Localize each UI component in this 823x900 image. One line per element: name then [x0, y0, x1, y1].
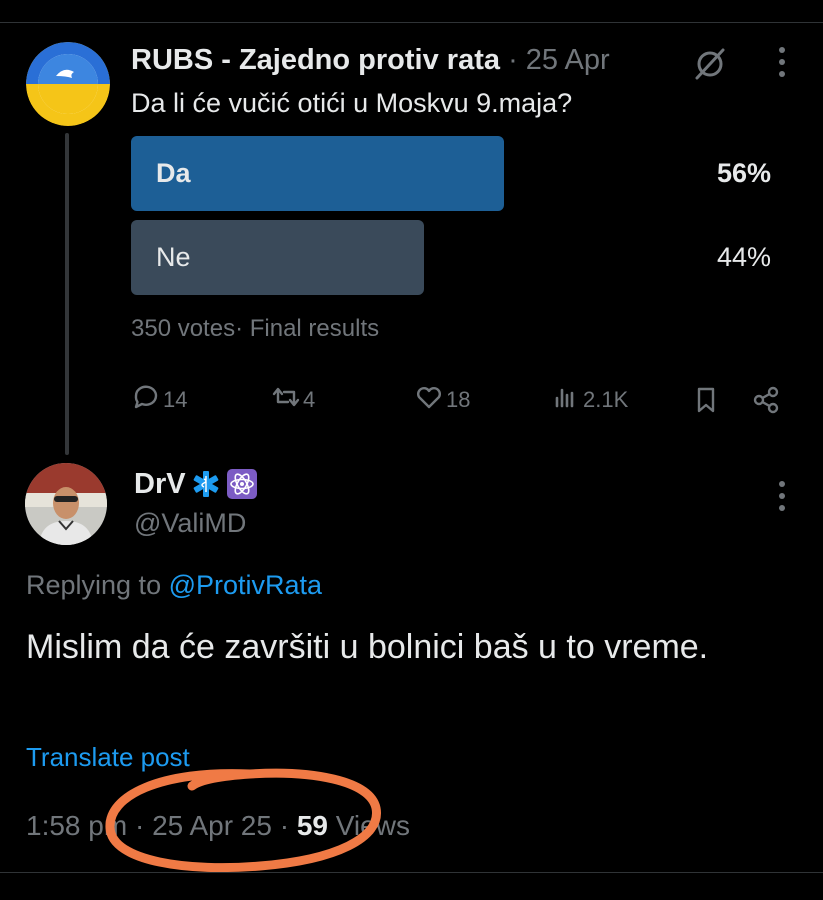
post-text: Da li će vučić otići u Moskvu 9.maja?: [131, 88, 573, 118]
bookmark-icon[interactable]: [691, 380, 723, 420]
more-icon[interactable]: [772, 478, 792, 514]
reply-count: 14: [163, 387, 188, 412]
views-count: 2.1K: [583, 387, 629, 412]
like-button[interactable]: 18: [414, 380, 470, 420]
post-text: Mislim da će završiti u bolnici baš u to…: [26, 628, 709, 666]
bottom-divider: [0, 872, 823, 873]
translate-link[interactable]: Translate post: [26, 740, 190, 774]
more-icon[interactable]: [772, 44, 792, 80]
replying-prefix: Replying to: [26, 570, 169, 600]
separator: ·: [134, 810, 145, 841]
poll-footer: 350 votes· Final results: [131, 312, 379, 346]
repost-count: 4: [303, 387, 316, 412]
author-name[interactable]: DrV: [134, 466, 186, 502]
repost-button[interactable]: 4: [271, 380, 315, 420]
post-time[interactable]: 1:58 pm: [26, 810, 127, 841]
grok-icon[interactable]: [690, 44, 730, 84]
reply-button[interactable]: 14: [131, 380, 187, 420]
separator: ·: [508, 44, 518, 76]
author-name-row: DrV: [134, 466, 258, 502]
action-bar: 14 4 18 2.1K: [131, 380, 791, 420]
post-date[interactable]: 25 Apr 25: [152, 810, 272, 841]
repost-icon: [271, 382, 303, 418]
views-count: 59: [296, 810, 328, 841]
poll-votes: 350 votes: [131, 315, 236, 342]
post-header: RUBS - Zajedno protiv rata · 25 Apr: [131, 42, 610, 78]
author-name[interactable]: RUBS - Zajedno protiv rata: [131, 44, 500, 76]
poll-option-label: Da: [156, 158, 191, 188]
atom-icon: [226, 468, 258, 500]
views-label: Views: [335, 810, 410, 841]
poll-status: · Final results: [235, 315, 380, 342]
medical-star-icon: [190, 468, 222, 500]
poll-option: Ne 44%: [131, 220, 771, 295]
avatar[interactable]: [26, 42, 110, 126]
views-button[interactable]: 2.1K: [551, 380, 628, 420]
poll-option-label: Ne: [156, 242, 191, 272]
thread-line: [65, 133, 69, 455]
replying-to-link[interactable]: @ProtivRata: [169, 570, 322, 600]
post-meta: 1:58 pm · 25 Apr 25 · 59 Views: [26, 808, 410, 844]
author-handle[interactable]: @ValiMD: [134, 506, 246, 540]
share-icon[interactable]: [751, 380, 783, 420]
poll-option: Da 56%: [131, 136, 771, 211]
views-icon: [551, 382, 583, 418]
like-count: 18: [446, 387, 471, 412]
poll-option-percent: 44%: [716, 242, 771, 272]
separator: ·: [279, 810, 290, 841]
avatar[interactable]: [25, 463, 107, 545]
reply-icon: [131, 382, 163, 418]
like-icon: [414, 382, 446, 418]
replying-to: Replying to @ProtivRata: [26, 568, 322, 602]
post-date[interactable]: 25 Apr: [526, 44, 610, 76]
poll-option-percent: 56%: [716, 158, 771, 188]
top-divider: [0, 22, 823, 23]
